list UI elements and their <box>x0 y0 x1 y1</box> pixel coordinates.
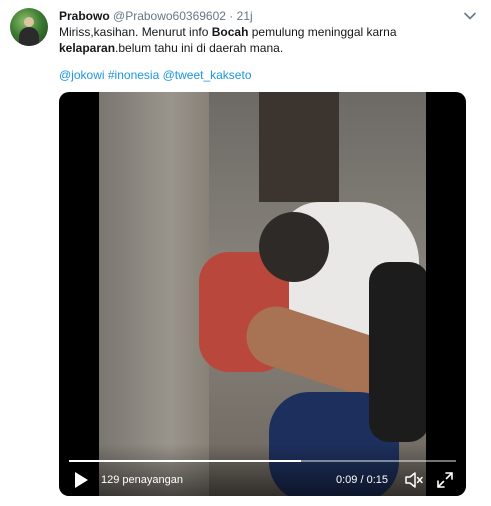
tweet-text-line-2: kelaparan.belum tahu ini di daerah mana. <box>59 40 459 56</box>
separator-dot: · <box>229 9 234 23</box>
avatar-figure-body <box>19 27 39 46</box>
fullscreen-icon[interactable] <box>436 471 454 489</box>
video-scene-head <box>259 212 329 282</box>
video-controls: 129 penayangan 0:09 / 0:15 <box>59 444 466 496</box>
avatar-figure-head <box>24 17 34 27</box>
video-scene-standing-person <box>259 92 339 202</box>
video-scene-scooter <box>369 262 426 442</box>
video-timer: 0:09 / 0:15 <box>336 474 388 486</box>
tweet-text-line-1: Miriss,kasihan. Menurut info Bocah pemul… <box>59 24 459 40</box>
tweet-text-bold: kelaparan <box>59 41 116 55</box>
tweet-mentions: @jokowi #inonesia @tweet_kakseto <box>59 67 252 83</box>
author-name[interactable]: Prabowo <box>59 9 110 23</box>
tweet-text-segment: .belum tahu ini di daerah mana. <box>115 41 284 55</box>
tweet-text-bold: Bocah <box>211 25 249 39</box>
mention-link[interactable]: @tweet_kakseto <box>163 68 252 82</box>
view-count: 129 penayangan <box>101 474 183 486</box>
tweet-text-segment: Miriss,kasihan. Menurut info <box>59 25 212 39</box>
video-progress-bar[interactable] <box>69 460 456 462</box>
video-progress-fill <box>69 460 302 462</box>
mention-link[interactable]: @jokowi <box>59 68 105 82</box>
avatar[interactable] <box>10 8 48 46</box>
tweet-time[interactable]: 21j <box>237 9 253 23</box>
video-frame[interactable] <box>99 92 426 496</box>
video-player[interactable]: 129 penayangan 0:09 / 0:15 <box>59 92 466 496</box>
tweet-text: Miriss,kasihan. Menurut info Bocah pemul… <box>59 24 459 56</box>
mute-icon[interactable] <box>404 470 424 490</box>
chevron-down-icon[interactable] <box>463 9 477 23</box>
tweet-text-segment: pemulung meninggal karna <box>248 25 397 39</box>
play-icon[interactable] <box>72 471 90 489</box>
tweet: Prabowo @Prabowo60369602 · 21j Miriss,ka… <box>0 0 491 506</box>
author-handle[interactable]: @Prabowo60369602 <box>113 9 226 23</box>
hashtag-link[interactable]: #inonesia <box>108 68 159 82</box>
